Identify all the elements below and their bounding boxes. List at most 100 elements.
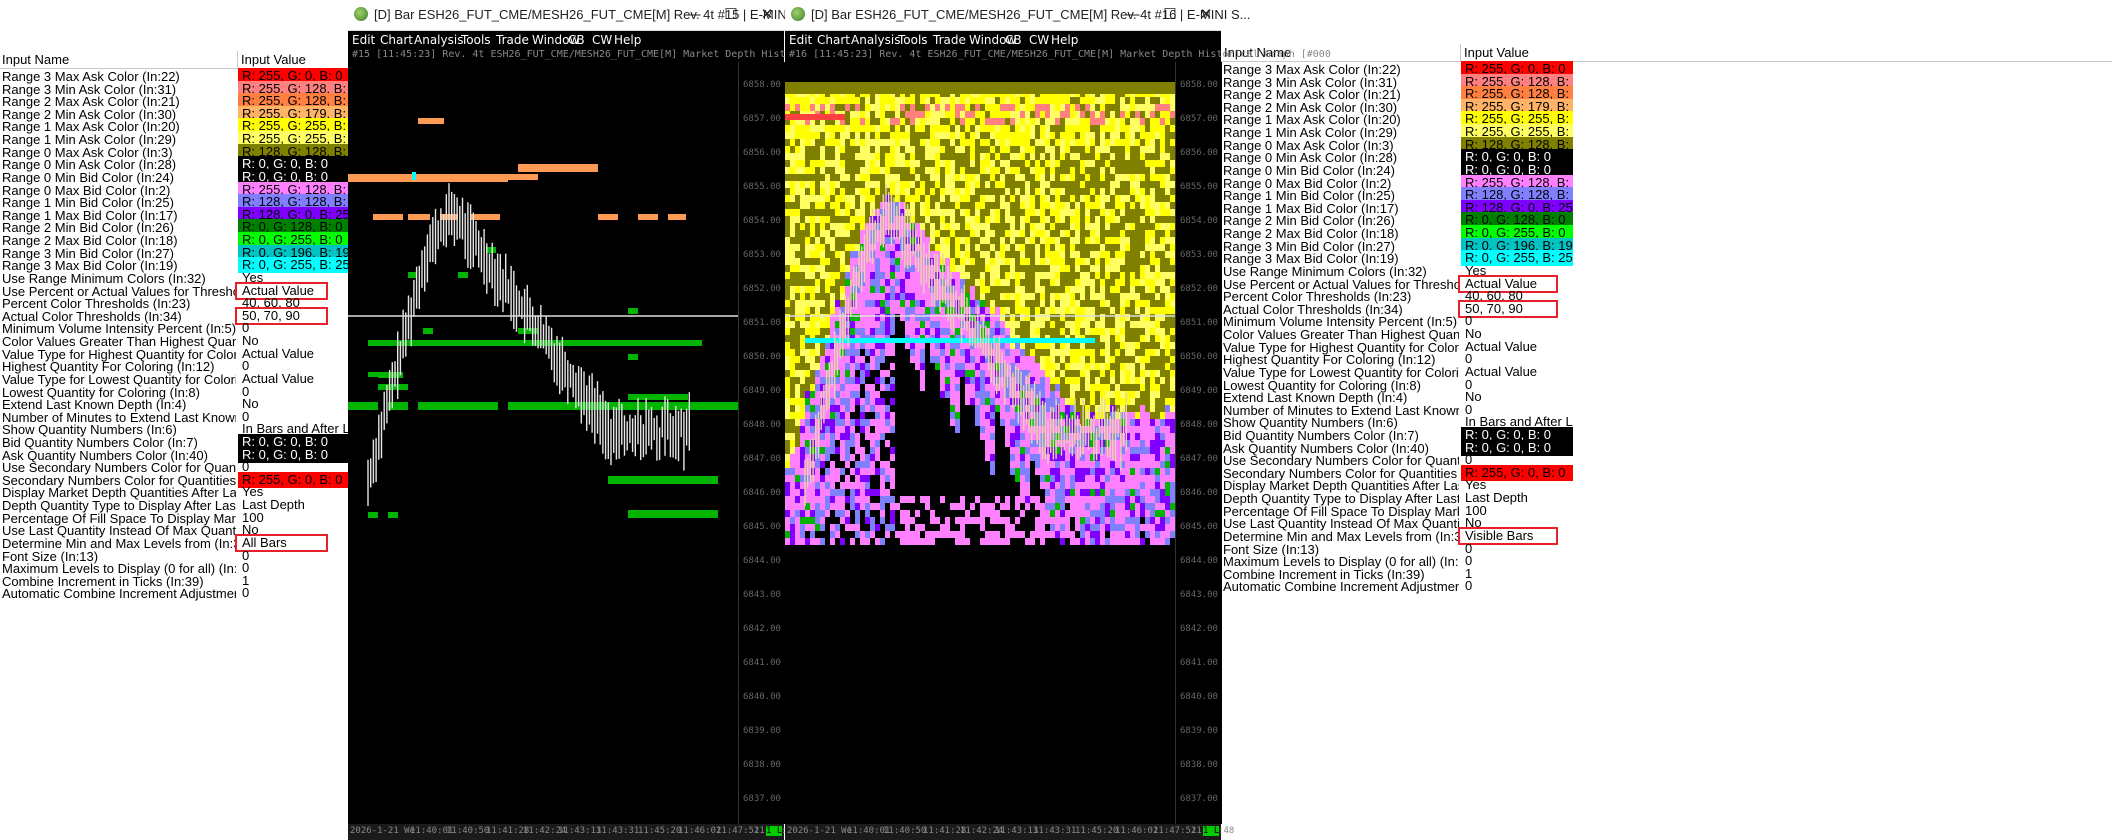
- depth-cell: [890, 97, 895, 104]
- menu-cb[interactable]: CB: [568, 33, 585, 47]
- depth-cell: [1115, 328, 1120, 335]
- menu-tools[interactable]: Tools: [898, 33, 928, 47]
- depth-cell: [1100, 538, 1105, 545]
- depth-cell: [1075, 475, 1080, 482]
- col-input-name[interactable]: Input Name: [2, 52, 69, 67]
- depth-cell: [1060, 531, 1065, 538]
- depth-cell: [1015, 209, 1020, 216]
- depth-cell: [1135, 104, 1140, 111]
- depth-cell: [1125, 377, 1130, 384]
- menu-trade[interactable]: Trade: [496, 33, 529, 47]
- time-scale-1[interactable]: 2026-1-21 We 11:40:01 11:40:50 11:41:28 11:4…: [348, 824, 797, 840]
- depth-cell: [1090, 524, 1095, 531]
- window-2-titlebar[interactable]: [D] Bar ESH26_FUT_CME/MESH26_FUT_CME[M] …: [785, 0, 1250, 31]
- menu-tools[interactable]: Tools: [461, 33, 491, 47]
- depth-cell: [1015, 356, 1020, 363]
- depth-cell: [955, 363, 960, 370]
- depth-cell: [900, 118, 905, 125]
- depth-cell: [1000, 181, 1005, 188]
- depth-cell: [1065, 314, 1070, 321]
- minimize-button[interactable]: —: [1117, 4, 1147, 26]
- depth-cell: [895, 153, 900, 160]
- depth-cell: [1060, 475, 1065, 482]
- maximize-button[interactable]: ☐: [716, 4, 746, 26]
- menu-trade[interactable]: Trade: [933, 33, 966, 47]
- depth-cell: [990, 146, 995, 153]
- depth-cell: [990, 258, 995, 265]
- window-1-titlebar[interactable]: [D] Bar ESH26_FUT_CME/MESH26_FUT_CME[M] …: [348, 0, 813, 31]
- depth-cell: [870, 503, 875, 510]
- depth-cell: [1045, 251, 1050, 258]
- price-scale-1[interactable]: 6858.00 6857.00 6856.00 6855.00 6854.00 6853.…: [738, 62, 785, 824]
- depth-cell: [935, 216, 940, 223]
- menu-cw[interactable]: CW: [1029, 33, 1049, 47]
- depth-cell: [1040, 468, 1045, 475]
- depth-cell: [1040, 475, 1045, 482]
- menu-chart[interactable]: Chart: [817, 33, 850, 47]
- depth-cell: [885, 118, 890, 125]
- market-depth-chart-2[interactable]: [785, 62, 1175, 824]
- depth-cell: [855, 237, 860, 244]
- depth-cell: [990, 111, 995, 118]
- close-button[interactable]: ✕: [1191, 4, 1221, 26]
- menu-analysis[interactable]: Analysis: [851, 33, 900, 47]
- depth-cell: [1100, 286, 1105, 293]
- depth-cell: [890, 286, 895, 293]
- depth-cell: [1075, 237, 1080, 244]
- timeframe-badge[interactable]: 1 L: [766, 826, 783, 836]
- minimize-button[interactable]: —: [678, 4, 708, 26]
- depth-cell: [1020, 195, 1025, 202]
- input-row[interactable]: Automatic Combine Increment Adjustment V…: [0, 585, 348, 602]
- col-input-value[interactable]: Input Value: [1464, 45, 1529, 60]
- depth-cell: [1135, 132, 1140, 139]
- maximize-button[interactable]: ☐: [1155, 4, 1185, 26]
- depth-cell: [995, 265, 1000, 272]
- depth-cell: [940, 237, 945, 244]
- menu-help[interactable]: Help: [1051, 33, 1078, 47]
- depth-cell: [1110, 503, 1115, 510]
- menu-edit[interactable]: Edit: [352, 33, 375, 47]
- depth-cell: [1065, 300, 1070, 307]
- input-value[interactable]: 0: [238, 585, 348, 601]
- depth-cell: [985, 391, 990, 398]
- depth-cell: [810, 321, 815, 328]
- depth-cell: [860, 503, 865, 510]
- depth-cell: [900, 195, 905, 202]
- depth-cell: [1010, 111, 1015, 118]
- depth-cell: [1075, 405, 1080, 412]
- depth-cell: [1120, 321, 1125, 328]
- input-name: Automatic Combine Increment Adjustment V…: [2, 586, 236, 602]
- depth-cell: [1130, 342, 1135, 349]
- depth-cell: [860, 426, 865, 433]
- input-row[interactable]: Automatic Combine Increment Adjustment V…: [1221, 578, 2112, 595]
- depth-cell: [905, 174, 910, 181]
- depth-cell: [1100, 251, 1105, 258]
- depth-cell: [1145, 195, 1150, 202]
- close-button[interactable]: ✕: [752, 4, 782, 26]
- depth-cell: [990, 237, 995, 244]
- depth-cell: [970, 307, 975, 314]
- depth-cell: [1140, 503, 1145, 510]
- depth-cell: [985, 538, 990, 545]
- menu-chart[interactable]: Chart: [380, 33, 413, 47]
- menu-help[interactable]: Help: [614, 33, 641, 47]
- depth-cell: [1120, 272, 1125, 279]
- depth-cell: [790, 454, 795, 461]
- depth-cell: [950, 167, 955, 174]
- depth-cell: [1000, 118, 1005, 125]
- depth-cell: [1045, 97, 1050, 104]
- depth-cell: [1140, 314, 1145, 321]
- input-value[interactable]: 0: [1461, 578, 1573, 594]
- depth-cell: [990, 139, 995, 146]
- menu-cb[interactable]: CB: [1005, 33, 1022, 47]
- market-depth-chart-1[interactable]: [348, 62, 738, 824]
- menu-cw[interactable]: CW: [592, 33, 612, 47]
- depth-cell: [1065, 328, 1070, 335]
- depth-cell: [1070, 265, 1075, 272]
- depth-cell: [880, 258, 885, 265]
- menu-analysis[interactable]: Analysis: [414, 33, 463, 47]
- depth-cell: [1145, 181, 1150, 188]
- menu-edit[interactable]: Edit: [789, 33, 812, 47]
- depth-cell: [790, 223, 795, 230]
- col-input-value[interactable]: Input Value: [241, 52, 306, 67]
